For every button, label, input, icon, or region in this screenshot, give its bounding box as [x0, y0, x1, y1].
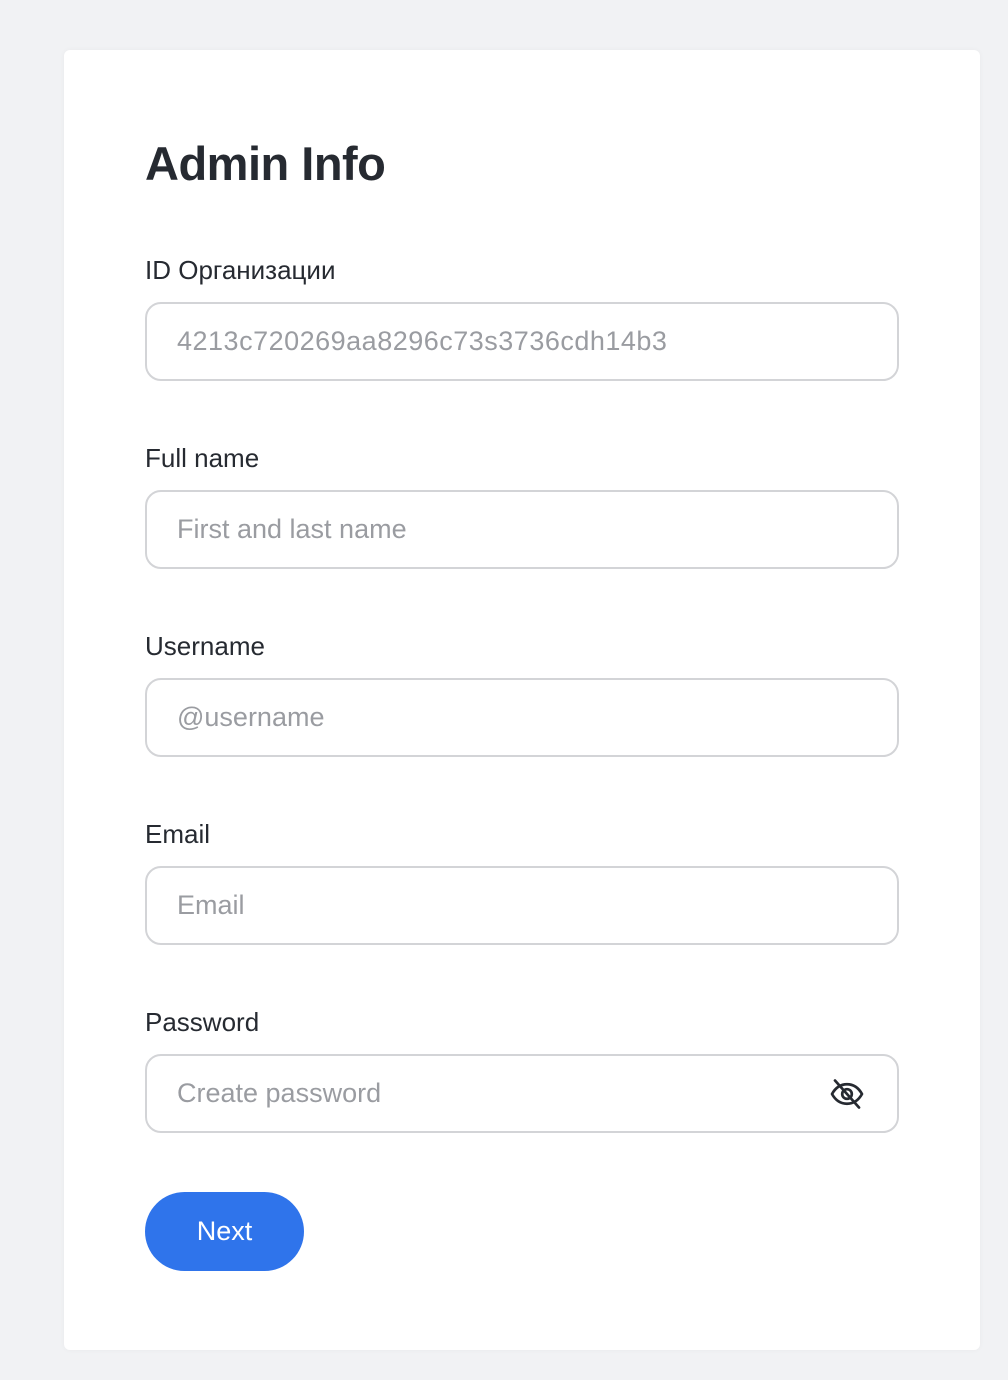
- username-field: Username: [145, 626, 899, 757]
- email-input-box: [145, 866, 899, 945]
- full-name-input[interactable]: [177, 514, 867, 545]
- email-input[interactable]: [177, 890, 867, 921]
- password-label: Password: [145, 1007, 260, 1037]
- email-label: Email: [145, 819, 211, 849]
- username-label: Username: [145, 631, 265, 661]
- next-button[interactable]: Next: [145, 1192, 304, 1271]
- page-title: Admin Info: [145, 137, 386, 190]
- password-field: Password: [145, 1002, 899, 1133]
- username-input-box: [145, 678, 899, 757]
- full-name-input-box: [145, 490, 899, 569]
- organization-id-field: ID Организации: [145, 250, 899, 381]
- full-name-label: Full name: [145, 443, 260, 473]
- organization-id-label: ID Организации: [145, 255, 336, 285]
- admin-info-card: Admin Info ID Организации Full name User…: [64, 50, 980, 1350]
- organization-id-input[interactable]: [177, 326, 867, 357]
- eye-off-icon[interactable]: [829, 1076, 865, 1112]
- username-input[interactable]: [177, 702, 867, 733]
- password-input-box: [145, 1054, 899, 1133]
- password-input[interactable]: [177, 1078, 829, 1109]
- email-field: Email: [145, 814, 899, 945]
- organization-id-input-box: [145, 302, 899, 381]
- full-name-field: Full name: [145, 438, 899, 569]
